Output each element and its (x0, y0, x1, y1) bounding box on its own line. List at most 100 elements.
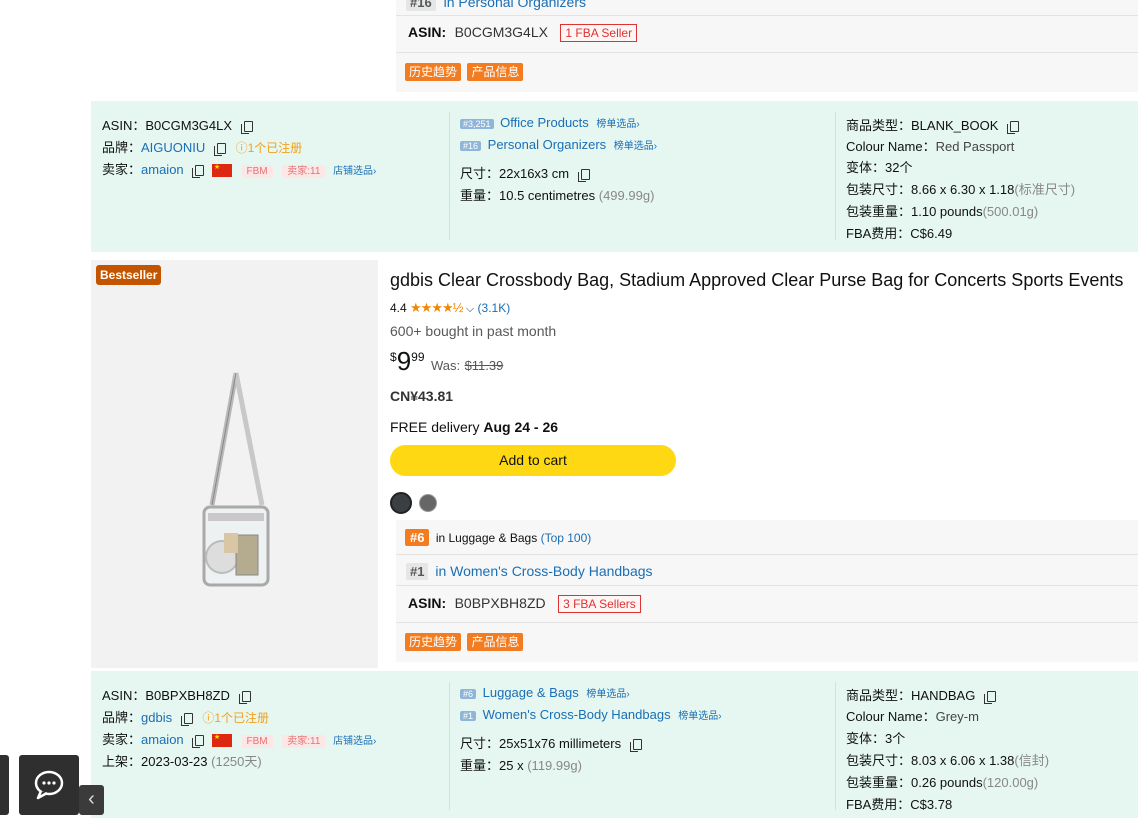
fbm-badge: FBM (241, 735, 273, 748)
copy-icon[interactable] (238, 691, 251, 705)
side-tab[interactable] (0, 755, 9, 815)
history-trend-button[interactable]: 历史趋势 (405, 633, 462, 651)
asin-value[interactable]: B0CGM3G4LX (455, 24, 548, 40)
seller-count-badge: 卖家:11 (282, 165, 326, 178)
rating-value: 4.4 (390, 301, 407, 315)
pkg-weight-value: 1.10 pounds (911, 204, 983, 219)
info-listed-row: 上架：2023-03-23 (1250天) (102, 751, 262, 770)
listed-date: 2023-03-23 (141, 754, 208, 769)
variants-value: 32个 (885, 160, 913, 175)
fbm-badge: FBM (241, 165, 273, 178)
chat-button[interactable] (19, 755, 79, 815)
info-rank2-row: #1 Women's Cross-Body Handbags 榜单选品› (460, 707, 722, 722)
brand-status[interactable]: ⓘ1个已注册 (202, 711, 269, 725)
pkg-size-note: (标准尺寸) (1014, 182, 1076, 197)
divider (835, 112, 836, 240)
store-select-link[interactable]: 店铺选品› (333, 736, 376, 747)
rank-category-link[interactable]: Office Products (500, 115, 589, 130)
rank-badge: #3,251 (460, 119, 494, 129)
rank-row-1: #6 in Luggage & Bags (Top 100) (405, 529, 592, 546)
top100-link[interactable]: (Top 100) (541, 531, 592, 545)
divider (835, 682, 836, 810)
label: 商品类型： (846, 118, 912, 133)
rank-badge: #1 (460, 711, 477, 721)
star-rating-icon[interactable]: ★★★★½ (410, 300, 463, 315)
action-buttons-1: 历史趋势 产品信息 (405, 63, 524, 81)
delivery-label: FREE delivery (390, 419, 480, 435)
type-value: BLANK_BOOK (911, 118, 999, 133)
info-type-row: 商品类型：HANDBAG (846, 685, 996, 705)
rank-category-link[interactable]: Women's Cross-Body Handbags (483, 707, 671, 722)
chat-bubble-icon (34, 770, 64, 800)
swatch-alt[interactable] (419, 494, 437, 512)
asin-value[interactable]: B0BPXBH8ZD (455, 595, 546, 611)
pkg-weight-value: 0.26 pounds (911, 775, 983, 790)
brand-link[interactable]: gdbis (141, 710, 172, 725)
copy-icon[interactable] (1007, 121, 1020, 135)
price-whole: 9 (396, 346, 412, 376)
asin-label: ASIN: (408, 595, 447, 611)
rank-category-link[interactable]: in Personal Organizers (444, 0, 586, 10)
pkg-weight-grams: (500.01g) (982, 204, 1039, 219)
copy-icon[interactable] (240, 121, 253, 135)
seller-link[interactable]: amaion (141, 162, 184, 177)
fba-fee-value: C$3.78 (910, 797, 953, 812)
divider (396, 15, 1138, 16)
seller-count-badge: 卖家:11 (282, 735, 326, 748)
listed-days: (1250天) (211, 754, 262, 769)
fba-sellers-badge[interactable]: 1 FBA Seller (560, 24, 638, 42)
review-count-link[interactable]: (3.1K) (478, 301, 511, 315)
info-asin-row: ASIN：B0BPXBH8ZD (102, 685, 251, 705)
rank-badge: #6 (460, 689, 477, 699)
info-pkg-size-row: 包装尺寸：8.66 x 6.30 x 1.18(标准尺寸) (846, 179, 1075, 198)
store-select-link[interactable]: 店铺选品› (333, 166, 376, 177)
rank-select-link[interactable]: 榜单选品› (678, 711, 721, 722)
copy-icon[interactable] (213, 143, 226, 157)
copy-icon[interactable] (180, 713, 193, 727)
label: FBA费用： (846, 797, 911, 812)
label: 包装重量： (846, 775, 912, 790)
label: 变体： (846, 731, 886, 746)
copy-icon[interactable] (192, 165, 205, 179)
rank-select-link[interactable]: 榜单选品› (596, 119, 639, 130)
price-row: $999 Was: $11.39 (390, 346, 503, 377)
product-image[interactable] (196, 365, 276, 590)
copy-icon[interactable] (629, 739, 642, 753)
history-trend-button[interactable]: 历史趋势 (405, 63, 462, 81)
add-to-cart-button[interactable]: Add to cart (390, 445, 676, 476)
info-rank1-row: #3,251 Office Products 榜单选品› (460, 115, 640, 130)
rank-category-link[interactable]: Personal Organizers (488, 137, 607, 152)
cny-price: CN¥43.81 (390, 388, 454, 404)
label: ASIN： (102, 688, 146, 703)
seller-link[interactable]: amaion (141, 732, 184, 747)
rank-category-link[interactable]: in Women's Cross-Body Handbags (435, 563, 652, 579)
brand-status[interactable]: ⓘ1个已注册 (236, 141, 303, 155)
chevron-down-icon[interactable]: ⌵ (466, 303, 474, 315)
rank-select-link[interactable]: 榜单选品› (614, 141, 657, 152)
fba-sellers-badge[interactable]: 3 FBA Sellers (558, 595, 641, 613)
collapse-chevron-left-icon[interactable]: ‹ (79, 785, 104, 815)
copy-icon[interactable] (983, 691, 996, 705)
swatch-grey[interactable] (390, 492, 412, 514)
label: 包装重量： (846, 204, 912, 219)
rank-select-link[interactable]: 榜单选品› (586, 689, 629, 700)
label: 品牌： (102, 140, 142, 155)
asin-value: B0CGM3G4LX (145, 118, 233, 133)
label: ASIN： (102, 118, 146, 133)
copy-icon[interactable] (577, 169, 590, 183)
copy-icon[interactable] (192, 735, 205, 749)
product-info-button[interactable]: 产品信息 (467, 633, 524, 651)
bestseller-badge: Bestseller (96, 265, 162, 285)
price-fraction: 99 (411, 350, 425, 364)
brand-link[interactable]: AIGUONIU (141, 140, 205, 155)
product-info-button[interactable]: 产品信息 (467, 63, 524, 81)
weight-value: 10.5 centimetres (499, 188, 596, 203)
china-flag-icon (211, 164, 232, 178)
rank-category-link[interactable]: Luggage & Bags (483, 685, 579, 700)
size-value: 25x51x76 millimeters (499, 736, 622, 751)
rank-row-partial: #16 in Personal Organizers (406, 0, 586, 11)
asin-value: B0BPXBH8ZD (145, 688, 230, 703)
product-title[interactable]: gdbis Clear Crossbody Bag, Stadium Appro… (390, 270, 1123, 291)
label: FBA费用： (846, 226, 911, 241)
info-weight-row: 重量：25 x (119.99g) (460, 755, 582, 774)
